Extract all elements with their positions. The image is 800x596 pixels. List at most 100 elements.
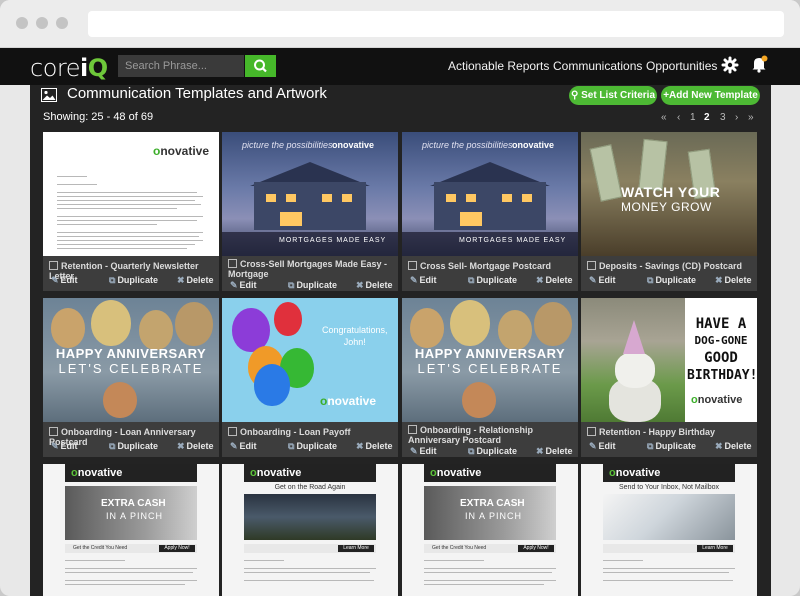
edit-label: Edit [239,280,257,290]
template-thumbnail[interactable]: picture the possibilities onovative MORT… [222,132,398,256]
template-thumbnail[interactable]: picture the possibilities onovative MORT… [402,132,578,256]
delete-link[interactable]: ✖ Delete [536,275,573,286]
edit-link[interactable]: ✎ Edit [230,280,257,291]
thumbnail-headline: EXTRA CASH [460,498,525,509]
duplicate-link[interactable]: ⧉ Duplicate [109,275,158,286]
search-button[interactable] [245,55,276,77]
template-thumbnail[interactable]: HAPPY ANNIVERSARY LET'S CELEBRATE [402,298,578,422]
address-bar[interactable] [88,11,784,37]
gear-icon[interactable] [721,56,739,74]
delete-link[interactable]: ✖ Delete [715,275,752,286]
pagination-next[interactable]: › [735,112,738,123]
template-name-text: Onboarding - Loan Payoff [240,427,351,437]
thumbnail-headline: EXTRA CASH [101,498,166,509]
delete-link[interactable]: ✖ Delete [536,446,573,457]
edit-link[interactable]: ✎ Edit [230,441,257,452]
template-thumbnail[interactable]: WATCH YOUR MONEY GROW [581,132,757,256]
onovative-logo: onovative [512,140,555,150]
duplicate-link[interactable]: ⧉ Duplicate [109,441,158,452]
onovative-logo: onovative [153,144,210,158]
search-input[interactable] [118,55,244,77]
edit-link[interactable]: ✎ Edit [589,441,616,452]
edit-link[interactable]: ✎ Edit [589,275,616,286]
browser-chrome [0,0,800,48]
pagination-last[interactable]: » [748,112,754,123]
template-card: onovative Retention - Quarterly Newslett… [43,132,219,291]
template-card: picture the possibilities onovative MORT… [222,132,398,291]
duplicate-link[interactable]: ⧉ Duplicate [288,280,337,291]
bell-icon[interactable] [750,55,768,73]
thumbnail-subheadline: IN A PINCH [106,511,164,521]
duplicate-link[interactable]: ⧉ Duplicate [468,446,517,457]
set-list-criteria-label: Set List Criteria [581,90,656,101]
delete-label: Delete [365,280,393,290]
template-thumbnail[interactable]: HAPPY ANNIVERSARY LET'S CELEBRATE [43,298,219,422]
edit-link[interactable]: ✎ Edit [51,441,78,452]
add-new-template-button[interactable]: +Add New Template [661,86,760,105]
duplicate-link[interactable]: ⧉ Duplicate [288,441,337,452]
copy-icon: ⧉ [647,441,654,451]
duplicate-link[interactable]: ⧉ Duplicate [468,275,517,286]
template-name[interactable]: Retention - Happy Birthday [587,427,753,437]
delete-link[interactable]: ✖ Delete [177,441,214,452]
template-thumbnail[interactable]: onovative [43,132,219,256]
window-maximize-dot[interactable] [56,17,68,29]
pagination-prev[interactable]: ‹ [677,112,680,123]
edit-link[interactable]: ✎ Edit [410,446,437,457]
delete-label: Delete [724,275,752,285]
edit-link[interactable]: ✎ Edit [51,275,78,286]
set-list-criteria-button[interactable]: ⚲ Set List Criteria [569,86,657,105]
nav-actionable-reports[interactable]: Actionable Reports [448,59,549,73]
edit-link[interactable]: ✎ Edit [410,275,437,286]
template-thumbnail[interactable]: HAVE A DOG-GONE GOOD BIRTHDAY! onovative [581,298,757,422]
template-name[interactable]: Cross-Sell Mortgages Made Easy - Mortgag… [228,259,394,279]
showing-count: Showing: 25 - 48 of 69 [43,111,154,123]
edit-label: Edit [419,275,437,285]
thumbnail-tagline: picture the possibilities [242,140,333,150]
delete-link[interactable]: ✖ Delete [356,441,393,452]
template-thumbnail[interactable]: onovative Get on the Road Again Learn Mo… [222,464,398,596]
template-thumbnail[interactable]: onovative EXTRA CASH IN A PINCH Get the … [43,464,219,596]
window-close-dot[interactable] [16,17,28,29]
pagination-first[interactable]: « [661,112,667,123]
pagination-page-1[interactable]: 1 [690,112,696,123]
duplicate-link[interactable]: ⧉ Duplicate [647,275,696,286]
thumbnail-subheadline: IN A PINCH [465,511,523,521]
thumbnail-cta: Learn More [697,545,733,552]
template-name[interactable]: Cross Sell- Mortgage Postcard [408,261,574,271]
template-name[interactable]: Onboarding - Loan Payoff [228,427,394,437]
greeting-line-1: Congratulations, [322,325,388,335]
template-name-text: Onboarding - Relationship Anniversary Po… [408,425,533,445]
greeting-line-2: John! [343,337,366,347]
thumbnail-greeting: Congratulations, John! [322,324,388,348]
delete-label: Delete [186,275,214,285]
onovative-logo: onovative [332,140,375,150]
thumbnail-subheadline: MONEY GROW [621,200,712,214]
template-card: HAPPY ANNIVERSARY LET'S CELEBRATE Onboar… [402,298,578,457]
edit-label: Edit [239,441,257,451]
delete-label: Delete [365,441,393,451]
thumbnail-headline: HAPPY ANNIVERSARY [414,346,566,361]
nav-communications[interactable]: Communications [553,59,642,73]
template-thumbnail[interactable]: Congratulations, John! onovative [222,298,398,422]
duplicate-link[interactable]: ⧉ Duplicate [647,441,696,452]
logo-i-text: i [79,54,88,82]
close-icon: ✖ [177,441,185,451]
delete-link[interactable]: ✖ Delete [356,280,393,291]
nav-opportunities[interactable]: Opportunities [646,59,717,73]
template-thumbnail[interactable]: onovative Send to Your Inbox, Not Mailbo… [581,464,757,596]
delete-link[interactable]: ✖ Delete [177,275,214,286]
template-icon [587,427,596,436]
template-name[interactable]: Onboarding - Relationship Anniversary Po… [408,425,574,445]
coreiq-logo[interactable]: coreiQ [30,54,108,82]
pagination-page-3[interactable]: 3 [720,112,726,123]
thumbnail-headline: Get on the Road Again [274,484,346,491]
pagination-page-2[interactable]: 2 [704,112,710,123]
browser-window: coreiQ Actionable Reports Communications… [0,0,800,596]
template-thumbnail[interactable]: onovative EXTRA CASH IN A PINCH Get the … [402,464,578,596]
delete-link[interactable]: ✖ Delete [715,441,752,452]
edit-label: Edit [598,275,616,285]
close-icon: ✖ [536,275,544,285]
template-name[interactable]: Deposits - Savings (CD) Postcard [587,261,753,271]
window-minimize-dot[interactable] [36,17,48,29]
